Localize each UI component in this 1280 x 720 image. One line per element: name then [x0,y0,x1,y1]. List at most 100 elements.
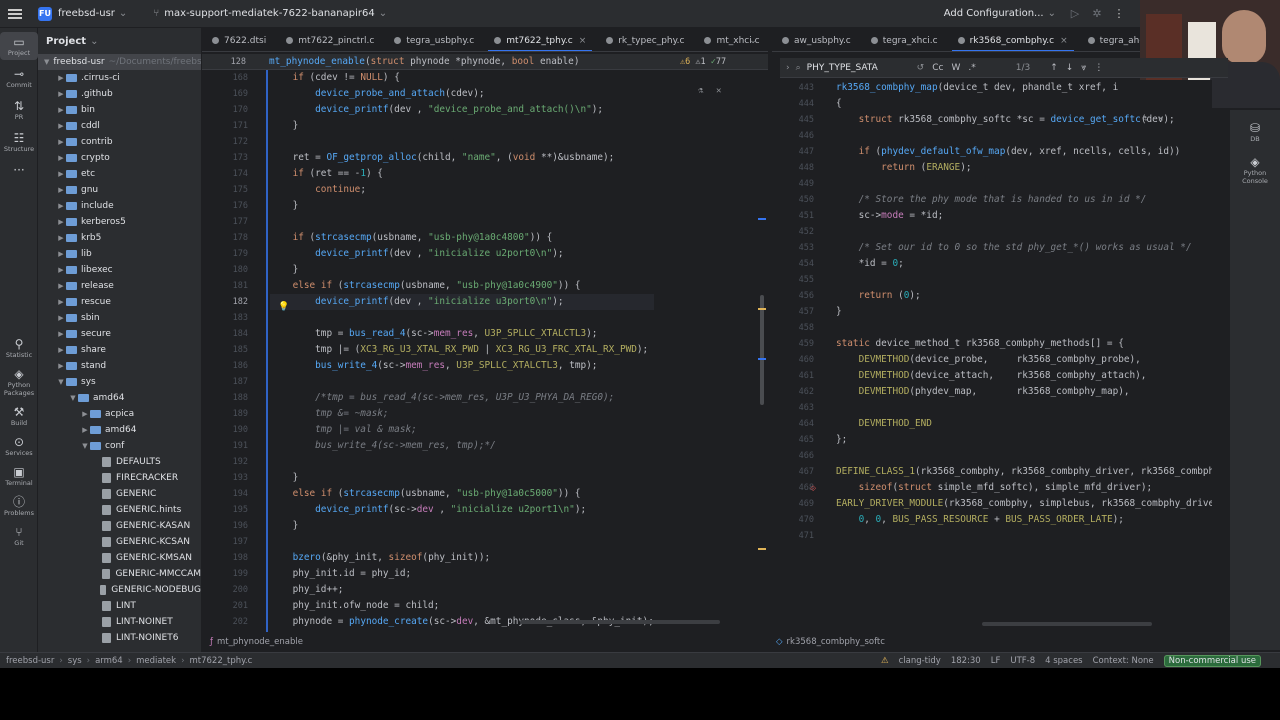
license-badge[interactable]: Non-commercial use [1159,654,1266,667]
debug-button[interactable]: ✲ [1086,0,1108,28]
tree-folder-item[interactable]: ▶ release [38,278,201,294]
tree-folder-item[interactable]: ▶ include [38,198,201,214]
statistic-tool-button[interactable]: ⚲ Statistic [0,334,38,362]
linter-status[interactable]: clang-tidy [894,656,946,666]
editor-tab[interactable]: tegra_xhci.c [861,30,948,51]
regex-toggle[interactable]: .* [968,63,975,73]
services-tool-button[interactable]: ⊙ Services [0,432,38,460]
run-config-selector[interactable]: Add Configuration... ⌄ [936,0,1064,28]
left-code-editor[interactable]: 128 mt_phynode_enable(struct phynode *ph… [202,54,768,632]
tree-folder-item[interactable]: ▶ crypto [38,150,201,166]
indent-setting[interactable]: 4 spaces [1040,656,1087,666]
pr-tool-button[interactable]: ⇅ PR [0,96,38,124]
project-panel-header[interactable]: Project ⌄ [38,28,201,54]
ai-assist-icon[interactable]: ⚗ [1142,114,1147,124]
tree-folder-item[interactable]: ▶ share [38,342,201,358]
context-status[interactable]: Context: None [1088,656,1159,666]
tree-file-item[interactable]: FIRECRACKER [38,470,201,486]
tree-folder-item[interactable]: ▶ libexec [38,262,201,278]
more-vertical-icon[interactable]: ⋮ [1094,63,1103,73]
project-tool-button[interactable]: ▭ Project [0,32,38,60]
close-icon[interactable]: ✕ [716,86,721,96]
editor-tab[interactable]: mt7622_tphy.c × [484,30,596,51]
editor-tab[interactable]: rk_typec_phy.c [596,30,694,51]
filter-icon[interactable]: ⩔ [1081,63,1086,73]
tree-folder-item[interactable]: ▼ conf [38,438,201,454]
warning-icon[interactable]: ⚠ [876,656,894,666]
lightbulb-icon[interactable]: 💡 [278,302,289,312]
status-path-segment[interactable]: sys [68,656,82,666]
sticky-header[interactable]: 128 mt_phynode_enable(struct phynode *ph… [202,54,768,70]
structure-tool-button[interactable]: ☷ Structure [0,128,38,156]
tree-file-item[interactable]: GENERIC-KMSAN [38,550,201,566]
tree-file-item[interactable]: GENERIC-NODEBUG [38,582,201,598]
more-tools-button[interactable]: ··· [0,160,38,180]
tree-file-item[interactable]: GENERIC-KCSAN [38,534,201,550]
main-menu-button[interactable] [0,0,30,28]
tree-file-item[interactable]: GENERIC [38,486,201,502]
editor-tab[interactable]: tegra_usbphy.c [384,30,484,51]
tree-file-item[interactable]: LINT [38,598,201,614]
tree-folder-item[interactable]: ▶ bin [38,102,201,118]
horizontal-scrollbar[interactable] [982,622,1152,626]
project-switcher[interactable]: FU freebsd-usr ⌄ [30,0,135,28]
status-path-segment[interactable]: mt7622_tphy.c [190,656,253,666]
problems-tool-button[interactable]: ⓘ Problems [0,492,38,520]
caret-position[interactable]: 182:30 [946,656,986,666]
left-editor-breadcrumb[interactable]: ƒ mt_phynode_enable [210,634,768,650]
editor-scrollbar[interactable] [756,70,768,632]
tree-folder-item[interactable]: ▼ sys [38,374,201,390]
tree-folder-item[interactable]: ▶ stand [38,358,201,374]
tree-folder-item[interactable]: ▶ cddl [38,118,201,134]
tree-folder-item[interactable]: ▶ etc [38,166,201,182]
right-code-editor[interactable]: 443 444 445 446 447 448 449 450 451 452 453 454 455 4… [772,80,1212,632]
breadcrumb-function[interactable]: mt_phynode_enable [217,637,303,647]
tree-file-item[interactable]: LINT-NOINET6 [38,630,201,646]
tree-folder-item[interactable]: ▶ krb5 [38,230,201,246]
tree-file-item[interactable]: GENERIC-MMCCAM [38,566,201,582]
editor-tab[interactable]: tegra_ahci.c [1078,30,1140,51]
tree-folder-item[interactable]: ▶ .github [38,86,201,102]
whole-words-toggle[interactable]: W [951,63,960,73]
match-case-toggle[interactable]: Cc [932,63,943,73]
breakpoint-marker-icon[interactable]: ⟐ [810,484,816,494]
find-input[interactable]: PHY_TYPE_SATA [807,63,907,73]
expand-replace-icon[interactable]: › [786,63,790,73]
commit-tool-button[interactable]: ⊸ Commit [0,64,38,92]
tree-folder-item[interactable]: ▶ acpica [38,406,201,422]
tree-file-item[interactable]: DEFAULTS [38,454,201,470]
line-separator[interactable]: LF [986,656,1006,666]
tree-folder-item[interactable]: ▶ gnu [38,182,201,198]
editor-tab[interactable]: mt7622_pinctrl.c [276,30,384,51]
close-tab-icon[interactable]: × [579,36,587,46]
history-icon[interactable]: ↺ [917,63,925,73]
terminal-tool-button[interactable]: ▣ Terminal [0,462,38,490]
tree-folder-item[interactable]: ▶ amd64 [38,422,201,438]
editor-tab[interactable]: rk3568_combphy.c × [948,30,1078,51]
ai-assist-icon[interactable]: ⚗ [698,86,703,96]
editor-tab[interactable]: 7622.dtsi [202,30,276,51]
tree-file-item[interactable]: LINT-NOINET [38,614,201,630]
run-button[interactable]: ▷ [1064,0,1086,28]
tree-folder-item[interactable]: ▶ lib [38,246,201,262]
tree-folder-item[interactable]: ▶ .cirrus-ci [38,70,201,86]
branch-switcher[interactable]: ⑂ max-support-mediatek-7622-bananapir64 … [145,0,395,28]
close-tab-icon[interactable]: × [1060,36,1068,46]
breadcrumb-struct[interactable]: rk3568_combphy_softc [787,637,885,647]
status-path-segment[interactable]: mediatek [136,656,176,666]
build-tool-button[interactable]: ⚒ Build [0,402,38,430]
tree-file-item[interactable]: GENERIC.hints [38,502,201,518]
python-packages-tool-button[interactable]: ◈ Python Packages [0,364,38,400]
tree-root[interactable]: ▼ freebsd-usr ~/Documents/freebsd [38,54,201,70]
arrow-up-icon[interactable]: ↑ [1050,63,1058,73]
arrow-down-icon[interactable]: ↓ [1066,63,1074,73]
database-tool-button[interactable]: ⛁ DB [1230,118,1280,146]
tree-folder-item[interactable]: ▼ amd64 [38,390,201,406]
right-editor-breadcrumb[interactable]: ◇ rk3568_combphy_softc [776,634,1212,650]
horizontal-scrollbar[interactable] [520,620,720,624]
editor-tab[interactable]: aw_usbphy.c [772,30,861,51]
more-actions-button[interactable]: ⋮ [1108,0,1130,28]
close-icon[interactable]: ✕ [1158,114,1163,124]
tree-file-item[interactable]: GENERIC-KASAN [38,518,201,534]
status-path-segment[interactable]: arm64 [95,656,123,666]
